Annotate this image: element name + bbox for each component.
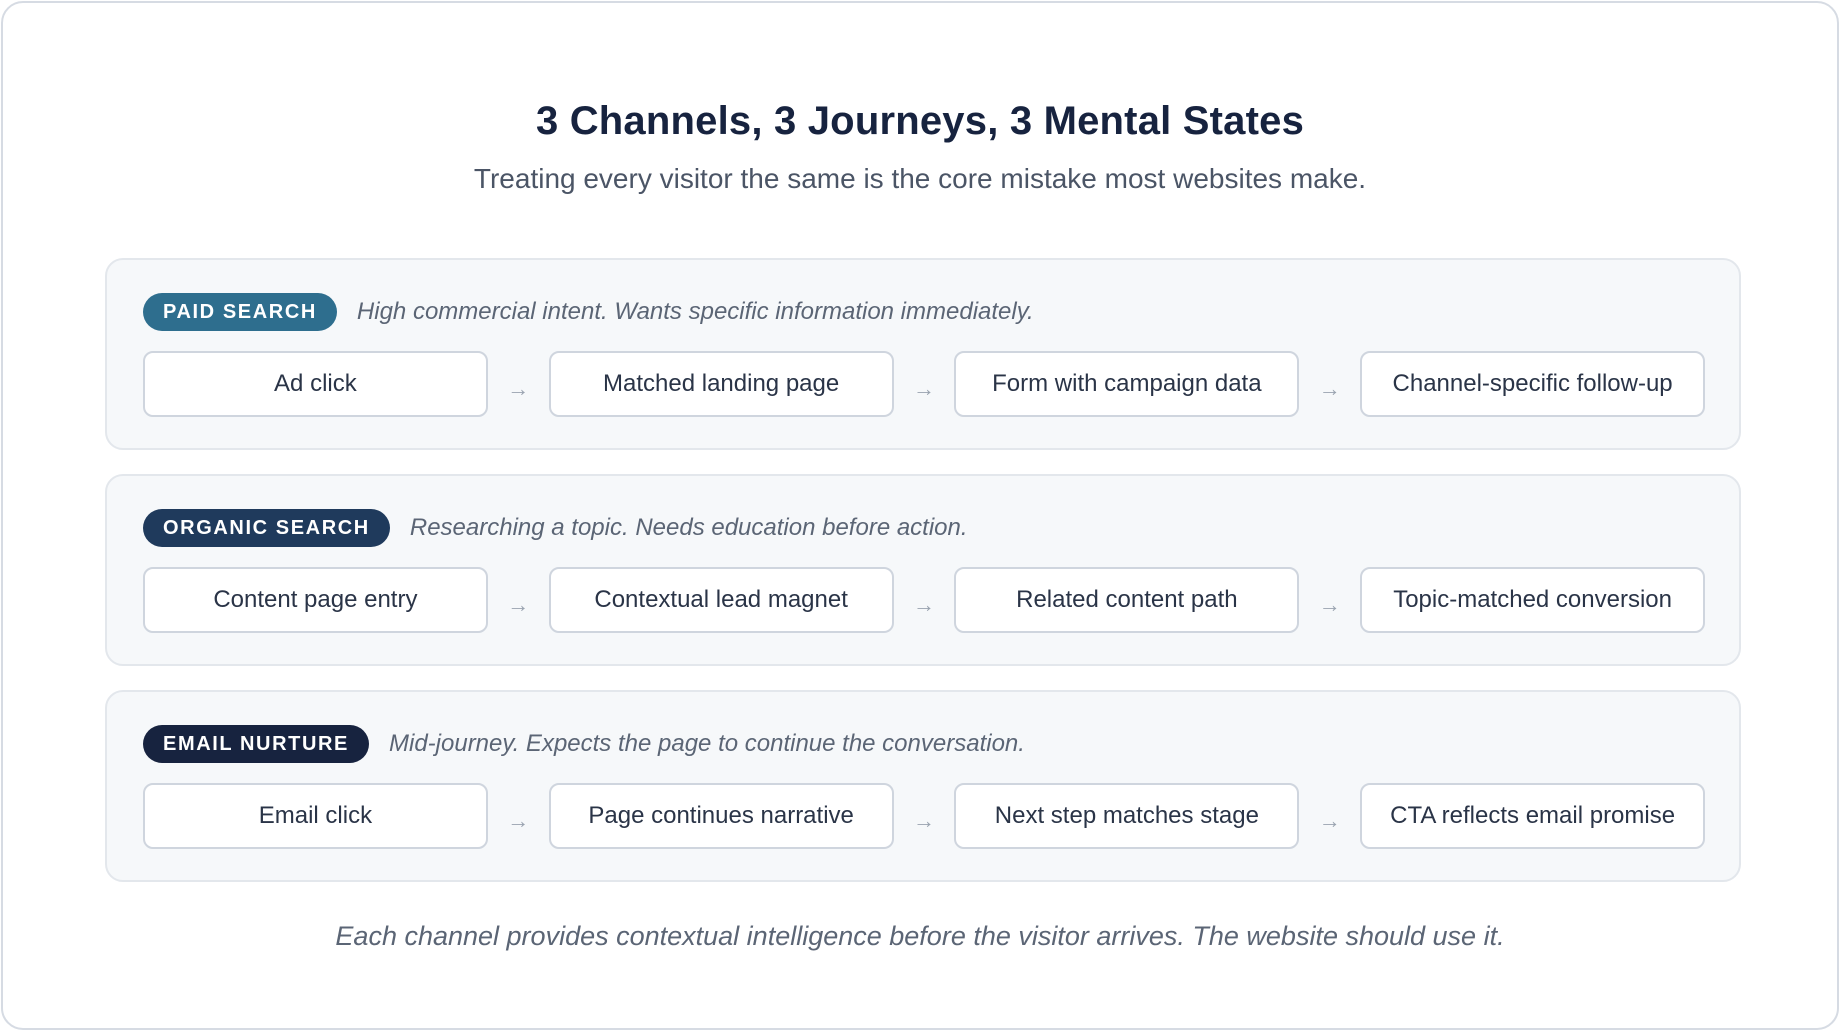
- journey-steps: Content page entry → Contextual lead mag…: [143, 567, 1705, 633]
- arrow-icon: →: [507, 376, 530, 401]
- channel-description: Mid-journey. Expects the page to continu…: [389, 730, 1025, 757]
- diagram-frame: 3 Channels, 3 Journeys, 3 Mental States …: [1, 1, 1839, 1030]
- channel-badge: EMAIL NURTURE: [143, 725, 369, 763]
- journey-step: Next step matches stage: [954, 783, 1300, 849]
- arrow-icon: →: [1318, 808, 1341, 833]
- journey-steps: Ad click → Matched landing page → Form w…: [143, 351, 1705, 417]
- arrow-icon: →: [912, 592, 935, 617]
- journey-step: Channel-specific follow-up: [1360, 351, 1705, 417]
- journey-step: Matched landing page: [548, 351, 894, 417]
- journey-step: Related content path: [954, 567, 1300, 633]
- channel-description: High commercial intent. Wants specific i…: [356, 298, 1034, 325]
- journey-step: CTA reflects email promise: [1360, 783, 1705, 849]
- journey-step: Contextual lead magnet: [548, 567, 894, 633]
- channel-email-nurture: EMAIL NURTURE Mid-journey. Expects the p…: [105, 690, 1741, 882]
- journey-steps: Email click → Page continues narrative →…: [143, 783, 1705, 849]
- journey-step: Topic-matched conversion: [1360, 567, 1705, 633]
- page-title: 3 Channels, 3 Journeys, 3 Mental States: [535, 99, 1305, 143]
- channel-paid-search: PAID SEARCH High commercial intent. Want…: [105, 258, 1741, 450]
- channel-badge: ORGANIC SEARCH: [143, 509, 390, 547]
- journey-step: Content page entry: [143, 567, 488, 633]
- channel-organic-search: ORGANIC SEARCH Researching a topic. Need…: [105, 474, 1741, 666]
- footer-note: Each channel provides contextual intelli…: [335, 921, 1505, 951]
- journey-step: Ad click: [143, 351, 488, 417]
- journey-step: Form with campaign data: [954, 351, 1300, 417]
- arrow-icon: →: [507, 808, 530, 833]
- arrow-icon: →: [912, 376, 935, 401]
- channel-description: Researching a topic. Needs education bef…: [409, 514, 968, 541]
- channel-badge: PAID SEARCH: [143, 293, 337, 331]
- page-subtitle: Treating every visitor the same is the c…: [473, 163, 1367, 194]
- arrow-icon: →: [1318, 376, 1341, 401]
- journey-step: Email click: [143, 783, 488, 849]
- journey-step: Page continues narrative: [548, 783, 894, 849]
- arrow-icon: →: [912, 808, 935, 833]
- arrow-icon: →: [507, 592, 530, 617]
- arrow-icon: →: [1318, 592, 1341, 617]
